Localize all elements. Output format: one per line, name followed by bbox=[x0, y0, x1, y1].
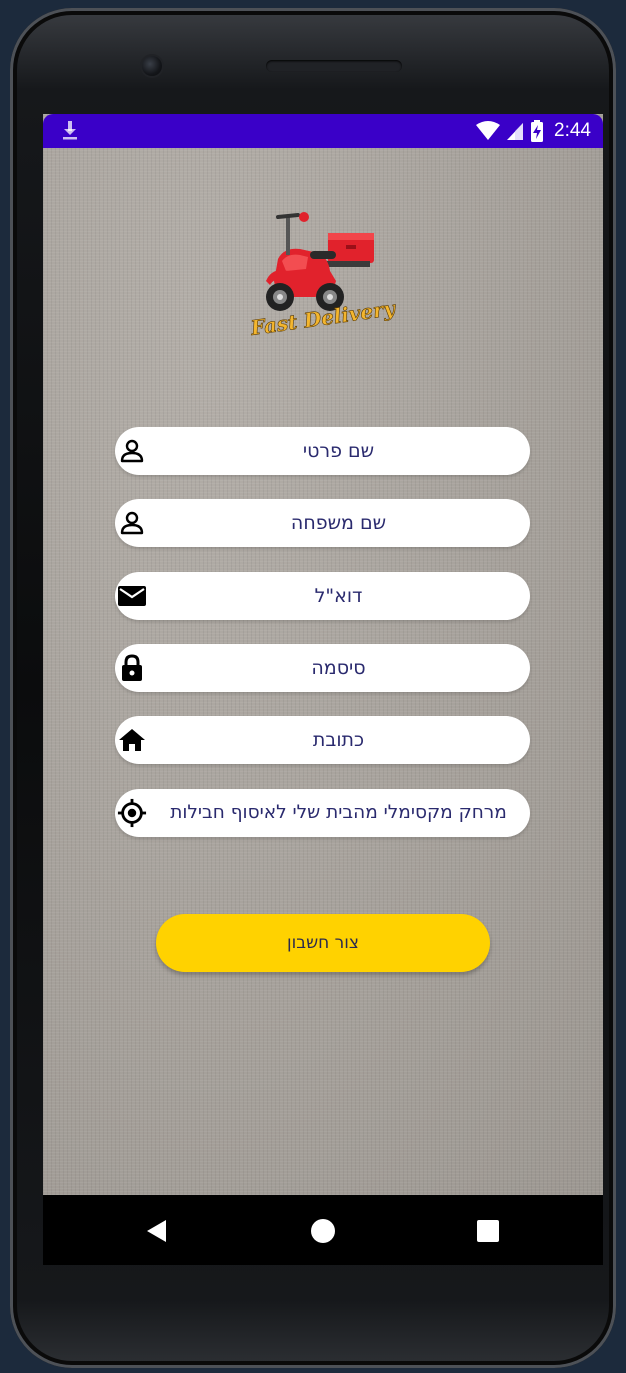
email-field[interactable]: דוא"ל bbox=[115, 572, 530, 620]
lock-icon bbox=[117, 653, 147, 683]
navigation-bar bbox=[43, 1195, 603, 1265]
app-screen: 2:44 Fast Delivery שם פרטי שם משפחה דוא"… bbox=[43, 114, 603, 1195]
password-field[interactable]: סיסמה bbox=[115, 644, 530, 692]
create-account-label: צור חשבון bbox=[287, 933, 359, 953]
wifi-icon bbox=[476, 121, 501, 140]
front-camera bbox=[142, 56, 162, 76]
create-account-button[interactable]: צור חשבון bbox=[156, 914, 490, 972]
gps-target-icon bbox=[117, 798, 147, 828]
scooter-icon bbox=[266, 212, 374, 311]
back-button[interactable] bbox=[137, 1211, 177, 1251]
first-name-field[interactable]: שם פרטי bbox=[115, 427, 530, 475]
fast-delivery-logo: Fast Delivery bbox=[248, 212, 398, 339]
recents-icon bbox=[477, 1220, 499, 1242]
home-button[interactable] bbox=[303, 1211, 343, 1251]
last-name-field[interactable]: שם משפחה bbox=[115, 499, 530, 547]
max-distance-placeholder: מרחק מקסימלי מהבית שלי לאיסוף חבילות bbox=[170, 802, 507, 823]
max-distance-field[interactable]: מרחק מקסימלי מהבית שלי לאיסוף חבילות bbox=[115, 789, 530, 837]
address-placeholder: כתובת bbox=[312, 729, 365, 751]
last-name-placeholder: שם משפחה bbox=[290, 512, 387, 534]
cellular-signal-icon bbox=[507, 123, 524, 140]
person-icon bbox=[117, 508, 147, 538]
back-icon bbox=[147, 1220, 166, 1242]
home-circle-icon bbox=[311, 1219, 335, 1243]
email-icon bbox=[117, 581, 147, 611]
status-time: 2:44 bbox=[554, 120, 591, 141]
earpiece-speaker bbox=[266, 60, 402, 72]
status-bar: 2:44 bbox=[43, 114, 603, 148]
email-placeholder: דוא"ל bbox=[314, 585, 363, 607]
password-placeholder: סיסמה bbox=[311, 657, 366, 679]
first-name-placeholder: שם פרטי bbox=[302, 440, 375, 462]
battery-charging-icon bbox=[531, 120, 544, 142]
address-field[interactable]: כתובת bbox=[115, 716, 530, 764]
download-icon bbox=[63, 121, 77, 140]
person-icon bbox=[117, 436, 147, 466]
recents-button[interactable] bbox=[468, 1211, 508, 1251]
home-icon bbox=[117, 725, 147, 755]
